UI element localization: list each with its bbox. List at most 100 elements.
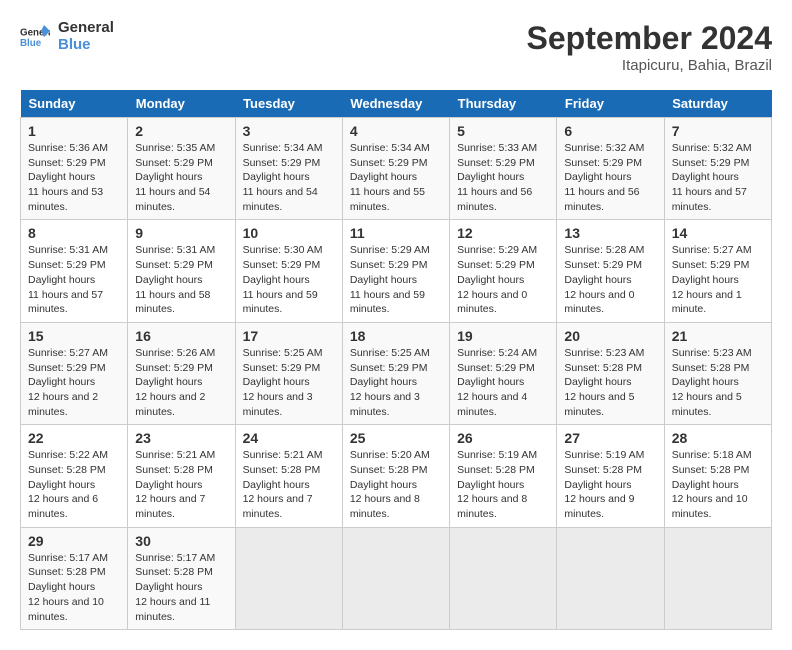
day-info: Sunrise: 5:33 AMSunset: 5:29 PMDaylight … bbox=[457, 141, 549, 214]
day-info: Sunrise: 5:22 AMSunset: 5:28 PMDaylight … bbox=[28, 448, 120, 521]
day-number: 18 bbox=[350, 328, 442, 344]
table-row: 17 Sunrise: 5:25 AMSunset: 5:29 PMDayligh… bbox=[235, 322, 342, 424]
calendar-week-row: 15 Sunrise: 5:27 AMSunset: 5:29 PMDayligh… bbox=[21, 322, 772, 424]
day-info: Sunrise: 5:20 AMSunset: 5:28 PMDaylight … bbox=[350, 448, 442, 521]
table-row bbox=[450, 527, 557, 629]
table-row: 1 Sunrise: 5:36 AMSunset: 5:29 PMDaylight… bbox=[21, 118, 128, 220]
day-number: 19 bbox=[457, 328, 549, 344]
day-number: 17 bbox=[243, 328, 335, 344]
table-row: 14 Sunrise: 5:27 AMSunset: 5:29 PMDayligh… bbox=[664, 220, 771, 322]
day-info: Sunrise: 5:27 AMSunset: 5:29 PMDaylight … bbox=[672, 243, 764, 316]
calendar-week-row: 1 Sunrise: 5:36 AMSunset: 5:29 PMDaylight… bbox=[21, 118, 772, 220]
logo: General Blue General Blue bbox=[20, 20, 114, 53]
day-info: Sunrise: 5:25 AMSunset: 5:29 PMDaylight … bbox=[243, 346, 335, 419]
day-number: 28 bbox=[672, 430, 764, 446]
day-number: 11 bbox=[350, 225, 442, 241]
table-row: 13Sunrise: 5:28 AMSunset: 5:29 PMDayligh… bbox=[557, 220, 664, 322]
calendar-week-row: 8 Sunrise: 5:31 AMSunset: 5:29 PMDaylight… bbox=[21, 220, 772, 322]
table-row: 29 Sunrise: 5:17 AMSunset: 5:28 PMDayligh… bbox=[21, 527, 128, 629]
day-number: 2 bbox=[135, 123, 227, 139]
day-number: 16 bbox=[135, 328, 227, 344]
day-number: 3 bbox=[243, 123, 335, 139]
day-info: Sunrise: 5:34 AMSunset: 5:29 PMDaylight … bbox=[243, 141, 335, 214]
day-number: 27 bbox=[564, 430, 656, 446]
day-info: Sunrise: 5:18 AMSunset: 5:28 PMDaylight … bbox=[672, 448, 764, 521]
day-number: 9 bbox=[135, 225, 227, 241]
day-info: Sunrise: 5:36 AMSunset: 5:29 PMDaylight … bbox=[28, 141, 120, 214]
table-row bbox=[664, 527, 771, 629]
day-info: Sunrise: 5:32 AMSunset: 5:29 PMDaylight … bbox=[672, 141, 764, 214]
day-info: Sunrise: 5:26 AMSunset: 5:29 PMDaylight … bbox=[135, 346, 227, 419]
day-info: Sunrise: 5:32 AMSunset: 5:29 PMDaylight … bbox=[564, 141, 656, 214]
table-row: 7 Sunrise: 5:32 AMSunset: 5:29 PMDaylight… bbox=[664, 118, 771, 220]
day-info: Sunrise: 5:17 AMSunset: 5:28 PMDaylight … bbox=[28, 551, 120, 624]
day-info: Sunrise: 5:31 AMSunset: 5:29 PMDaylight … bbox=[28, 243, 120, 316]
header-wednesday: Wednesday bbox=[342, 90, 449, 118]
table-row: 23 Sunrise: 5:21 AMSunset: 5:28 PMDayligh… bbox=[128, 425, 235, 527]
page-header: General Blue General Blue September 2024… bbox=[20, 20, 772, 74]
day-info: Sunrise: 5:19 AMSunset: 5:28 PMDaylight … bbox=[457, 448, 549, 521]
day-number: 14 bbox=[672, 225, 764, 241]
day-number: 5 bbox=[457, 123, 549, 139]
day-info: Sunrise: 5:17 AMSunset: 5:28 PMDaylight … bbox=[135, 551, 227, 624]
table-row: 27 Sunrise: 5:19 AMSunset: 5:28 PMDayligh… bbox=[557, 425, 664, 527]
header-monday: Monday bbox=[128, 90, 235, 118]
table-row: 10Sunrise: 5:30 AMSunset: 5:29 PMDayligh… bbox=[235, 220, 342, 322]
day-number: 12 bbox=[457, 225, 549, 241]
calendar-header-row: Sunday Monday Tuesday Wednesday Thursday… bbox=[21, 90, 772, 118]
logo-icon: General Blue bbox=[20, 25, 50, 49]
day-number: 24 bbox=[243, 430, 335, 446]
day-info: Sunrise: 5:29 AMSunset: 5:29 PMDaylight … bbox=[350, 243, 442, 316]
table-row: 8 Sunrise: 5:31 AMSunset: 5:29 PMDaylight… bbox=[21, 220, 128, 322]
day-number: 30 bbox=[135, 533, 227, 549]
day-number: 29 bbox=[28, 533, 120, 549]
day-number: 13 bbox=[564, 225, 656, 241]
table-row: 28 Sunrise: 5:18 AMSunset: 5:28 PMDayligh… bbox=[664, 425, 771, 527]
day-info: Sunrise: 5:30 AMSunset: 5:29 PMDaylight … bbox=[243, 243, 335, 316]
day-number: 26 bbox=[457, 430, 549, 446]
table-row: 11 Sunrise: 5:29 AMSunset: 5:29 PMDayligh… bbox=[342, 220, 449, 322]
day-number: 21 bbox=[672, 328, 764, 344]
day-info: Sunrise: 5:29 AMSunset: 5:29 PMDaylight … bbox=[457, 243, 549, 316]
table-row: 22Sunrise: 5:22 AMSunset: 5:28 PMDayligh… bbox=[21, 425, 128, 527]
day-number: 15 bbox=[28, 328, 120, 344]
calendar-week-row: 22Sunrise: 5:22 AMSunset: 5:28 PMDayligh… bbox=[21, 425, 772, 527]
day-info: Sunrise: 5:19 AMSunset: 5:28 PMDaylight … bbox=[564, 448, 656, 521]
day-number: 23 bbox=[135, 430, 227, 446]
day-number: 8 bbox=[28, 225, 120, 241]
table-row: 9Sunrise: 5:31 AMSunset: 5:29 PMDaylight… bbox=[128, 220, 235, 322]
day-info: Sunrise: 5:27 AMSunset: 5:29 PMDaylight … bbox=[28, 346, 120, 419]
table-row: 18 Sunrise: 5:25 AMSunset: 5:29 PMDayligh… bbox=[342, 322, 449, 424]
header-tuesday: Tuesday bbox=[235, 90, 342, 118]
title-block: September 2024 Itapicuru, Bahia, Brazil bbox=[527, 20, 772, 74]
table-row: 12 Sunrise: 5:29 AMSunset: 5:29 PMDayligh… bbox=[450, 220, 557, 322]
table-row: 20 Sunrise: 5:23 AMSunset: 5:28 PMDayligh… bbox=[557, 322, 664, 424]
day-info: Sunrise: 5:24 AMSunset: 5:29 PMDaylight … bbox=[457, 346, 549, 419]
day-info: Sunrise: 5:25 AMSunset: 5:29 PMDaylight … bbox=[350, 346, 442, 419]
day-number: 7 bbox=[672, 123, 764, 139]
table-row: 26 Sunrise: 5:19 AMSunset: 5:28 PMDayligh… bbox=[450, 425, 557, 527]
header-friday: Friday bbox=[557, 90, 664, 118]
month-title: September 2024 bbox=[527, 20, 772, 57]
day-number: 1 bbox=[28, 123, 120, 139]
logo-blue-text: Blue bbox=[58, 37, 114, 54]
table-row: 30 Sunrise: 5:17 AMSunset: 5:28 PMDayligh… bbox=[128, 527, 235, 629]
table-row: 5 Sunrise: 5:33 AMSunset: 5:29 PMDaylight… bbox=[450, 118, 557, 220]
day-number: 4 bbox=[350, 123, 442, 139]
day-info: Sunrise: 5:21 AMSunset: 5:28 PMDaylight … bbox=[135, 448, 227, 521]
header-sunday: Sunday bbox=[21, 90, 128, 118]
day-number: 20 bbox=[564, 328, 656, 344]
day-info: Sunrise: 5:23 AMSunset: 5:28 PMDaylight … bbox=[564, 346, 656, 419]
table-row: 6Sunrise: 5:32 AMSunset: 5:29 PMDaylight… bbox=[557, 118, 664, 220]
location: Itapicuru, Bahia, Brazil bbox=[527, 57, 772, 74]
calendar-table: Sunday Monday Tuesday Wednesday Thursday… bbox=[20, 90, 772, 630]
day-info: Sunrise: 5:35 AMSunset: 5:29 PMDaylight … bbox=[135, 141, 227, 214]
svg-text:Blue: Blue bbox=[20, 38, 42, 49]
table-row bbox=[342, 527, 449, 629]
table-row: 15 Sunrise: 5:27 AMSunset: 5:29 PMDayligh… bbox=[21, 322, 128, 424]
day-info: Sunrise: 5:21 AMSunset: 5:28 PMDaylight … bbox=[243, 448, 335, 521]
table-row: 19 Sunrise: 5:24 AMSunset: 5:29 PMDayligh… bbox=[450, 322, 557, 424]
table-row: 2 Sunrise: 5:35 AMSunset: 5:29 PMDaylight… bbox=[128, 118, 235, 220]
day-number: 25 bbox=[350, 430, 442, 446]
table-row: 21Sunrise: 5:23 AMSunset: 5:28 PMDayligh… bbox=[664, 322, 771, 424]
